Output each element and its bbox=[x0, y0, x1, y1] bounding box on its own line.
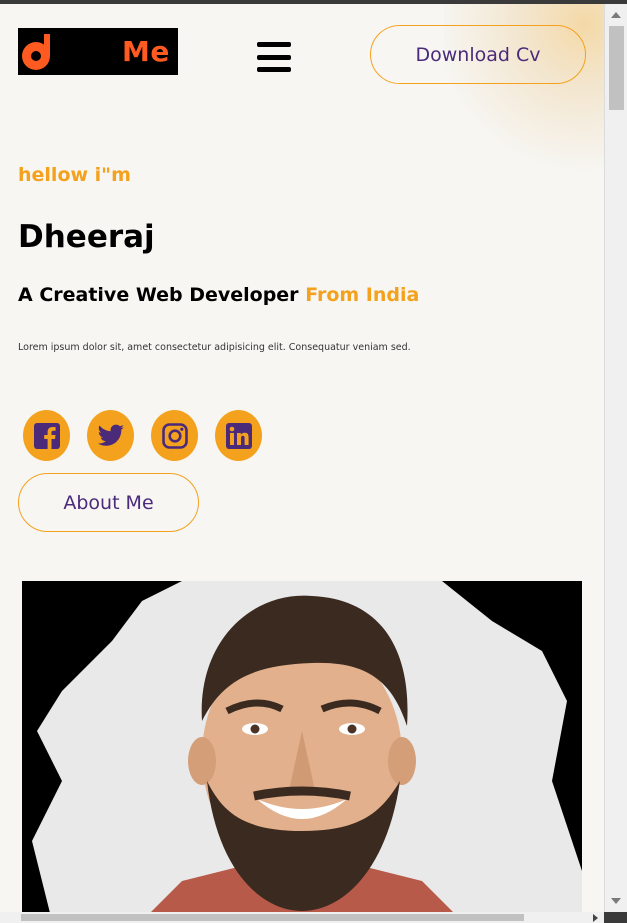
scroll-right-arrow-icon[interactable] bbox=[593, 914, 598, 922]
linkedin-icon[interactable] bbox=[215, 410, 262, 461]
hero-description: Lorem ipsum dolor sit, amet consectetur … bbox=[18, 342, 411, 353]
twitter-icon[interactable] bbox=[87, 410, 134, 461]
about-me-button[interactable]: About Me bbox=[18, 473, 199, 532]
hero-tagline: A Creative Web Developer From India bbox=[18, 284, 419, 306]
logo-text: Me bbox=[122, 35, 170, 68]
tagline-accent: From India bbox=[305, 284, 420, 306]
vertical-scroll-thumb[interactable] bbox=[609, 26, 624, 110]
page: Me Download Cv hellow i"m Dheeraj A Crea… bbox=[0, 4, 604, 912]
horizontal-scrollbar[interactable] bbox=[0, 912, 604, 923]
vertical-scrollbar[interactable] bbox=[604, 4, 627, 912]
scroll-up-arrow-icon[interactable] bbox=[611, 12, 621, 18]
scroll-down-arrow-icon[interactable] bbox=[611, 898, 621, 904]
instagram-icon[interactable] bbox=[151, 410, 198, 461]
facebook-icon[interactable] bbox=[23, 410, 70, 461]
profile-photo bbox=[22, 581, 582, 912]
download-cv-button[interactable]: Download Cv bbox=[370, 25, 586, 84]
hero-name: Dheeraj bbox=[18, 219, 155, 255]
hero-greeting: hellow i"m bbox=[18, 164, 131, 186]
tagline-main: A Creative Web Developer bbox=[18, 284, 299, 306]
horizontal-scroll-thumb[interactable] bbox=[21, 914, 524, 921]
menu-toggle-icon[interactable] bbox=[257, 42, 291, 72]
social-links bbox=[23, 410, 262, 461]
site-logo[interactable]: Me bbox=[18, 28, 178, 75]
logo-mark-icon bbox=[18, 28, 56, 75]
